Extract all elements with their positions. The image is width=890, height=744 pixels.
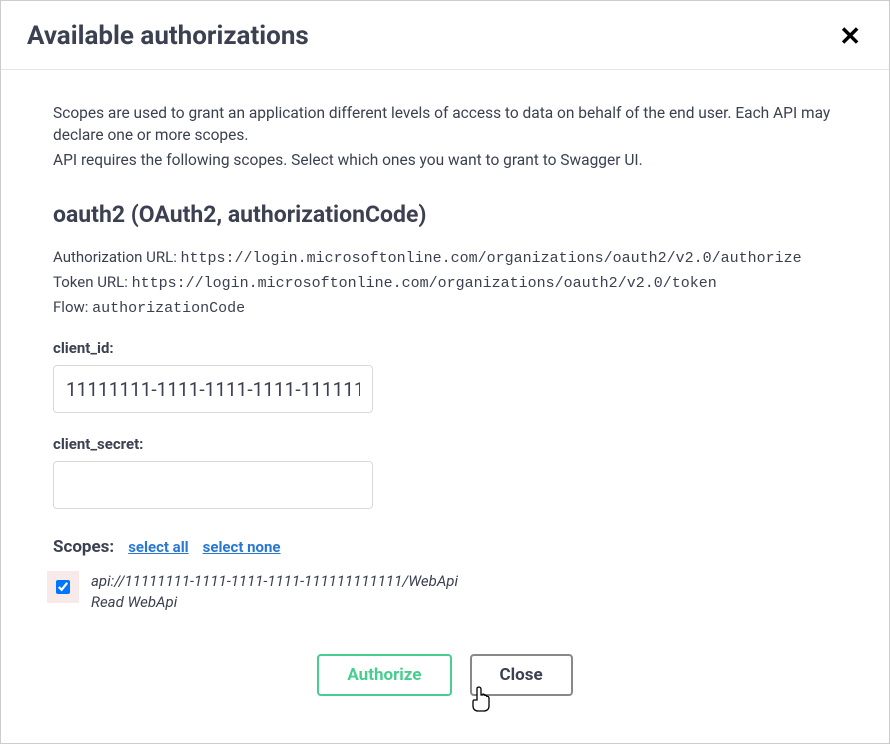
scope-name: api://11111111-1111-1111-1111-1111111111… <box>91 571 458 591</box>
flow-row: Flow: authorizationCode <box>53 298 837 317</box>
description-line-1: Scopes are used to grant an application … <box>53 102 837 147</box>
close-button[interactable]: Close <box>470 654 573 696</box>
modal-body: Scopes are used to grant an application … <box>1 70 889 726</box>
authorization-url-value: https://login.microsoftonline.com/organi… <box>181 250 802 267</box>
modal-header: Available authorizations ✕ <box>1 1 889 70</box>
scope-checkbox[interactable] <box>56 580 70 594</box>
scope-description: Read WebApi <box>91 592 458 612</box>
scopes-header: Scopes: select all select none <box>53 537 837 557</box>
authorization-url-label: Authorization URL: <box>53 248 181 266</box>
flow-label: Flow: <box>53 298 92 316</box>
client-id-label: client_id: <box>53 339 837 357</box>
client-secret-label: client_secret: <box>53 435 837 453</box>
scopes-label: Scopes: <box>53 537 114 557</box>
client-secret-group: client_secret: <box>53 435 837 509</box>
scope-checkbox-wrap <box>47 571 79 603</box>
authorization-url-row: Authorization URL: https://login.microso… <box>53 248 837 267</box>
select-all-link[interactable]: select all <box>128 538 188 556</box>
scopes-description: Scopes are used to grant an application … <box>53 102 837 171</box>
flow-value: authorizationCode <box>92 300 245 317</box>
token-url-value: https://login.microsoftonline.com/organi… <box>132 275 717 292</box>
client-id-input[interactable] <box>53 365 373 413</box>
button-row: Authorize Close <box>53 654 837 696</box>
client-secret-input[interactable] <box>53 461 373 509</box>
close-icon: ✕ <box>839 21 861 51</box>
scope-text: api://11111111-1111-1111-1111-1111111111… <box>91 571 458 612</box>
authorize-button[interactable]: Authorize <box>317 654 451 696</box>
select-none-link[interactable]: select none <box>203 538 281 556</box>
auth-scheme-title: oauth2 (OAuth2, authorizationCode) <box>53 201 837 228</box>
client-id-group: client_id: <box>53 339 837 413</box>
modal-title: Available authorizations <box>27 21 309 51</box>
token-url-label: Token URL: <box>53 273 132 291</box>
scope-item: api://11111111-1111-1111-1111-1111111111… <box>47 571 837 612</box>
description-line-2: API requires the following scopes. Selec… <box>53 149 837 171</box>
close-icon-button[interactable]: ✕ <box>835 19 865 53</box>
token-url-row: Token URL: https://login.microsoftonline… <box>53 273 837 292</box>
